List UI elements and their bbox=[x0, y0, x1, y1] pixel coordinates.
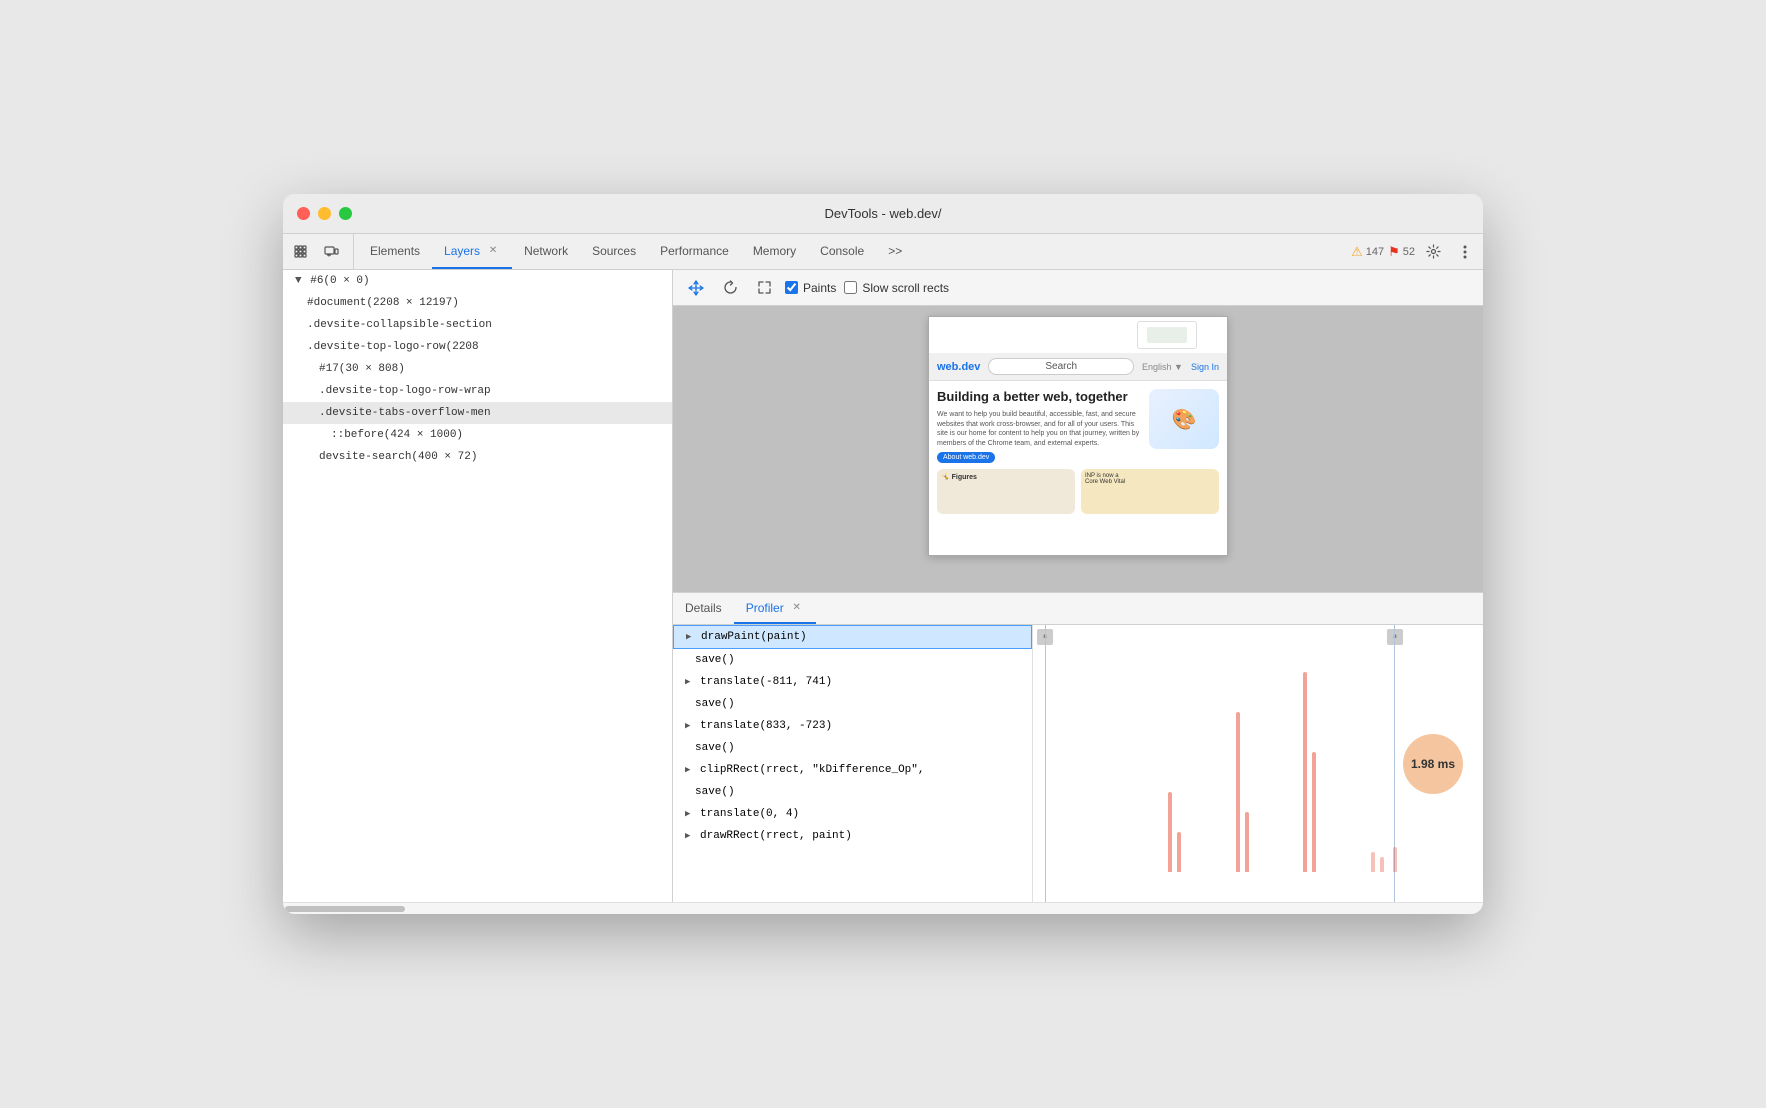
page-preview: web.dev Search English ▼ Sign In Buildin… bbox=[928, 316, 1228, 556]
viewport: web.dev Search English ▼ Sign In Buildin… bbox=[673, 306, 1483, 592]
slow-scroll-checkbox-label[interactable]: Slow scroll rects bbox=[844, 281, 949, 295]
pan-tool[interactable] bbox=[683, 275, 709, 301]
rotate-tool[interactable] bbox=[717, 275, 743, 301]
maximize-button[interactable] bbox=[339, 207, 352, 220]
layer-devsite-search[interactable]: devsite-search(400 × 72) bbox=[283, 446, 672, 468]
tab-profiler-close[interactable]: ✕ bbox=[790, 601, 804, 615]
preview-title: Building a better web, together bbox=[937, 389, 1141, 406]
tab-performance[interactable]: Performance bbox=[648, 234, 741, 269]
profiler-item-cliprrect[interactable]: ▶ clipRRect(rrect, "kDifference_Op", bbox=[673, 759, 1032, 781]
tab-list: Elements Layers ✕ Network Sources Perfor… bbox=[358, 234, 1343, 269]
tab-details[interactable]: Details bbox=[673, 593, 734, 624]
window-title: DevTools - web.dev/ bbox=[824, 206, 941, 221]
timeline-bar-7 bbox=[1371, 852, 1375, 872]
preview-card-1: 🤸 Figures bbox=[937, 469, 1075, 514]
layers-toolbar: Paints Slow scroll rects bbox=[673, 270, 1483, 306]
inspect-icon[interactable] bbox=[287, 238, 315, 266]
error-icon: ⚑ bbox=[1388, 244, 1400, 260]
profiler-item-drawrrect[interactable]: ▶ drawRRect(rrect, paint) bbox=[673, 825, 1032, 847]
warning-icon: ⚠ bbox=[1351, 244, 1363, 260]
timeline-bar-6 bbox=[1312, 752, 1316, 872]
devtools-window: DevTools - web.dev/ bbox=[283, 194, 1483, 914]
traffic-lights bbox=[297, 207, 352, 220]
layers-panel: ▼ #6(0 × 0) #document(2208 × 12197) .dev… bbox=[283, 270, 673, 902]
paints-checkbox-label[interactable]: Paints bbox=[785, 281, 836, 295]
profiler-tree: ▶ drawPaint(paint) save() ▶ translate(-8… bbox=[673, 625, 1033, 902]
timeline-bar-8 bbox=[1380, 857, 1384, 872]
slow-scroll-checkbox[interactable] bbox=[844, 281, 857, 294]
timeline-bar-1 bbox=[1168, 792, 1172, 872]
layer-devsite-top-logo[interactable]: .devsite-top-logo-row(2208 bbox=[283, 336, 672, 358]
main-area: ▼ #6(0 × 0) #document(2208 × 12197) .dev… bbox=[283, 270, 1483, 902]
profiler-item-drawpaint[interactable]: ▶ drawPaint(paint) bbox=[673, 625, 1032, 649]
tab-elements[interactable]: Elements bbox=[358, 234, 432, 269]
toolbar-icons bbox=[287, 234, 354, 269]
timeline-bar-5 bbox=[1303, 672, 1307, 872]
timeline-bar-2 bbox=[1177, 832, 1181, 872]
timeline-canvas[interactable]: ⏸ ⏸ bbox=[1033, 625, 1483, 902]
settings-button[interactable] bbox=[1419, 238, 1447, 266]
preview-card-2: INP is now aCore Web Vital bbox=[1081, 469, 1219, 514]
preview-hero: Building a better web, together We want … bbox=[937, 389, 1219, 463]
profiler-item-save2[interactable]: save() bbox=[673, 693, 1032, 715]
close-button[interactable] bbox=[297, 207, 310, 220]
tab-network[interactable]: Network bbox=[512, 234, 580, 269]
profiler-panel: Details Profiler ✕ ▶ drawPaint(paint) bbox=[673, 592, 1483, 902]
timeline-bar-9 bbox=[1393, 847, 1397, 872]
warnings-badge[interactable]: ⚠ 147 bbox=[1351, 244, 1384, 260]
tab-overflow[interactable]: >> bbox=[876, 234, 914, 269]
tab-layers-close[interactable]: ✕ bbox=[486, 244, 500, 258]
title-bar: DevTools - web.dev/ bbox=[283, 194, 1483, 234]
devtools-toolbar: Elements Layers ✕ Network Sources Perfor… bbox=[283, 234, 1483, 270]
device-icon[interactable] bbox=[317, 238, 345, 266]
fit-tool[interactable] bbox=[751, 275, 777, 301]
preview-cta: About web.dev bbox=[937, 452, 995, 463]
tab-profiler[interactable]: Profiler ✕ bbox=[734, 593, 816, 624]
ms-badge: 1.98 ms bbox=[1403, 734, 1463, 794]
layer-before[interactable]: ::before(424 × 1000) bbox=[283, 424, 672, 446]
profiler-tabs: Details Profiler ✕ bbox=[673, 593, 1483, 625]
layer-document[interactable]: #document(2208 × 12197) bbox=[283, 292, 672, 314]
minimize-button[interactable] bbox=[318, 207, 331, 220]
preview-url: web.dev bbox=[937, 361, 980, 373]
bottom-scrollbar-thumb[interactable] bbox=[285, 906, 405, 912]
preview-body: We want to help you build beautiful, acc… bbox=[937, 410, 1141, 449]
profiler-item-save1[interactable]: save() bbox=[673, 649, 1032, 671]
toolbar-right: ⚠ 147 ⚑ 52 bbox=[1343, 234, 1479, 269]
bottom-scrollbar[interactable] bbox=[283, 902, 1483, 914]
profiler-item-save4[interactable]: save() bbox=[673, 781, 1032, 803]
more-options-button[interactable] bbox=[1451, 238, 1479, 266]
layer-root[interactable]: ▼ #6(0 × 0) bbox=[283, 270, 672, 292]
tab-memory[interactable]: Memory bbox=[741, 234, 808, 269]
profiler-item-translate1[interactable]: ▶ translate(-811, 741) bbox=[673, 671, 1032, 693]
errors-badge[interactable]: ⚑ 52 bbox=[1388, 244, 1415, 260]
tab-layers[interactable]: Layers ✕ bbox=[432, 234, 512, 269]
right-panel: Paints Slow scroll rects web.dev bbox=[673, 270, 1483, 902]
layer-devsite-tabs[interactable]: .devsite-tabs-overflow-men bbox=[283, 402, 672, 424]
layer-hash17[interactable]: #17(30 × 808) bbox=[283, 358, 672, 380]
tab-console[interactable]: Console bbox=[808, 234, 876, 269]
profiler-item-translate3[interactable]: ▶ translate(0, 4) bbox=[673, 803, 1032, 825]
timeline-pause-right[interactable]: ⏸ bbox=[1387, 629, 1403, 645]
timeline-area: ⏸ ⏸ bbox=[1033, 625, 1483, 902]
layer-devsite-top-logo-wrap[interactable]: .devsite-top-logo-row-wrap bbox=[283, 380, 672, 402]
paints-checkbox[interactable] bbox=[785, 281, 798, 294]
preview-illustration: 🎨 bbox=[1149, 389, 1219, 449]
timeline-bar-4 bbox=[1245, 812, 1249, 872]
tab-sources[interactable]: Sources bbox=[580, 234, 648, 269]
preview-search-bar: Search bbox=[988, 358, 1134, 375]
profiler-content: ▶ drawPaint(paint) save() ▶ translate(-8… bbox=[673, 625, 1483, 902]
layer-devsite-collapsible[interactable]: .devsite-collapsible-section bbox=[283, 314, 672, 336]
profiler-item-save3[interactable]: save() bbox=[673, 737, 1032, 759]
preview-content: Building a better web, together We want … bbox=[929, 381, 1227, 522]
timeline-bar-3 bbox=[1236, 712, 1240, 872]
preview-cards: 🤸 Figures INP is now aCore Web Vital bbox=[937, 469, 1219, 514]
timeline-marker-left bbox=[1045, 625, 1046, 902]
profiler-item-translate2[interactable]: ▶ translate(833, -723) bbox=[673, 715, 1032, 737]
